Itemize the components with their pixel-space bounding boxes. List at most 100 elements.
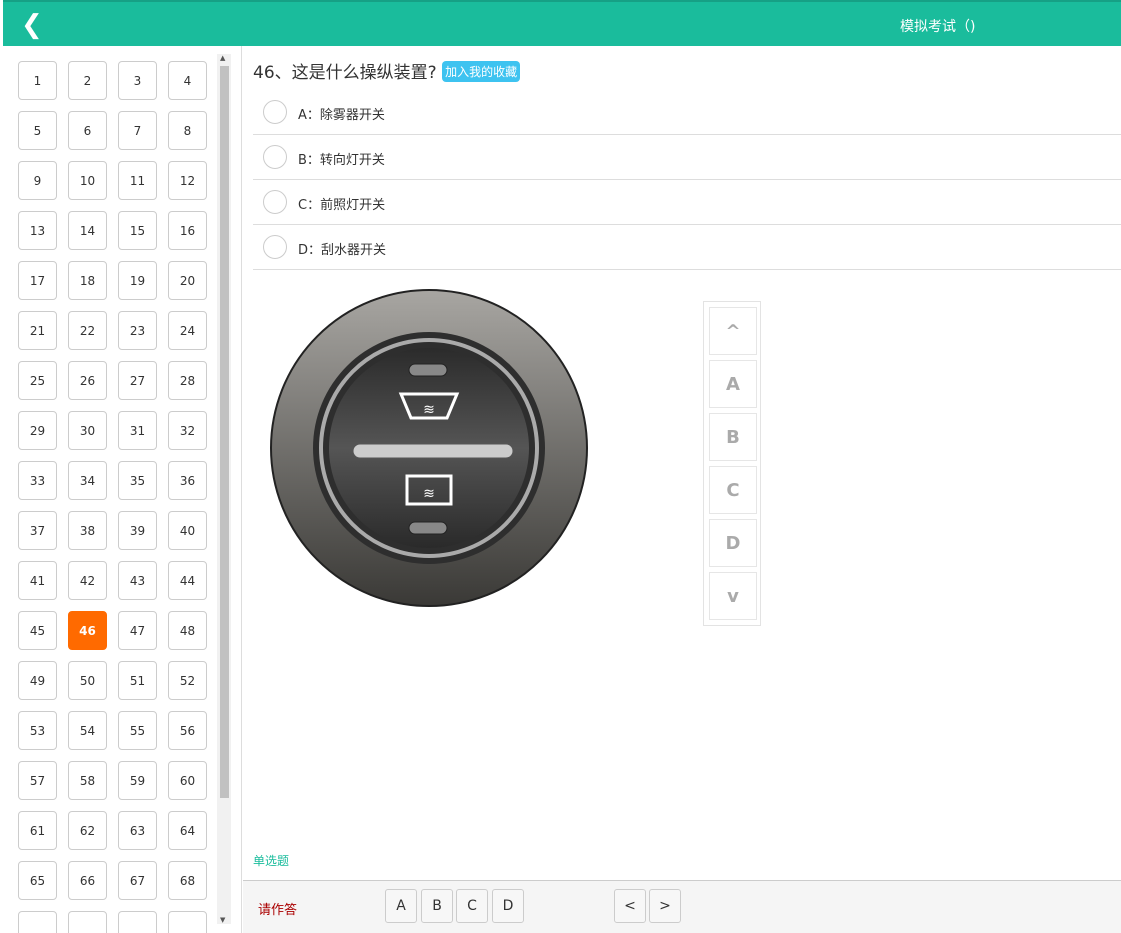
- question-number-53[interactable]: 53: [18, 711, 57, 750]
- question-number-30[interactable]: 30: [68, 411, 107, 450]
- question-number-47[interactable]: 47: [118, 611, 157, 650]
- radio-button[interactable]: [263, 190, 287, 214]
- question-number-51[interactable]: 51: [118, 661, 157, 700]
- side-answer-a[interactable]: A: [709, 360, 757, 408]
- question-number-9[interactable]: 9: [18, 161, 57, 200]
- question-number-6[interactable]: 6: [68, 111, 107, 150]
- question-number-18[interactable]: 18: [68, 261, 107, 300]
- question-number-65[interactable]: 65: [18, 861, 57, 900]
- question-number-57[interactable]: 57: [18, 761, 57, 800]
- question-number-46[interactable]: 46: [68, 611, 107, 650]
- question-number-66[interactable]: 66: [68, 861, 107, 900]
- question-number-40[interactable]: 40: [168, 511, 207, 550]
- answer-c-button[interactable]: C: [456, 889, 488, 923]
- scroll-up-icon[interactable]: ▲: [220, 54, 225, 62]
- next-question-button[interactable]: >: [649, 889, 681, 923]
- answer-d-button[interactable]: D: [492, 889, 524, 923]
- question-number-62[interactable]: 62: [68, 811, 107, 850]
- question-number-19[interactable]: 19: [118, 261, 157, 300]
- question-number-44[interactable]: 44: [168, 561, 207, 600]
- question-text: 46、这是什么操纵装置?: [253, 63, 437, 83]
- add-favorite-button[interactable]: 加入我的收藏: [442, 61, 521, 82]
- question-number-49[interactable]: 49: [18, 661, 57, 700]
- question-number-34[interactable]: 34: [68, 461, 107, 500]
- question-number-63[interactable]: 63: [118, 811, 157, 850]
- question-number-54[interactable]: 54: [68, 711, 107, 750]
- question-number-59[interactable]: 59: [118, 761, 157, 800]
- question-number-27[interactable]: 27: [118, 361, 157, 400]
- question-number-29[interactable]: 29: [18, 411, 57, 450]
- question-number-56[interactable]: 56: [168, 711, 207, 750]
- question-number-68[interactable]: 68: [168, 861, 207, 900]
- question-number-7[interactable]: 7: [118, 111, 157, 150]
- chevron-left-icon[interactable]: ❮: [21, 10, 43, 40]
- question-number-17[interactable]: 17: [18, 261, 57, 300]
- question-number-55[interactable]: 55: [118, 711, 157, 750]
- radio-button[interactable]: [263, 145, 287, 169]
- scrollbar[interactable]: ▲ ▼: [217, 54, 231, 924]
- question-number-22[interactable]: 22: [68, 311, 107, 350]
- question-number-64[interactable]: 64: [168, 811, 207, 850]
- question-number-10[interactable]: 10: [68, 161, 107, 200]
- question-number-38[interactable]: 38: [68, 511, 107, 550]
- question-number-42[interactable]: 42: [68, 561, 107, 600]
- question-number-31[interactable]: 31: [118, 411, 157, 450]
- question-number-35[interactable]: 35: [118, 461, 157, 500]
- question-number-45[interactable]: 45: [18, 611, 57, 650]
- question-number-16[interactable]: 16: [168, 211, 207, 250]
- question-number-48[interactable]: 48: [168, 611, 207, 650]
- question-number-21[interactable]: 21: [18, 311, 57, 350]
- question-number-60[interactable]: 60: [168, 761, 207, 800]
- question-number-4[interactable]: 4: [168, 61, 207, 100]
- question-number-32[interactable]: 32: [168, 411, 207, 450]
- side-answer-c[interactable]: C: [709, 466, 757, 514]
- question-number-43[interactable]: 43: [118, 561, 157, 600]
- question-number-partial[interactable]: [118, 911, 157, 933]
- option-b[interactable]: B：转向灯开关: [253, 135, 1121, 180]
- question-number-13[interactable]: 13: [18, 211, 57, 250]
- scrollbar-thumb[interactable]: [220, 66, 229, 798]
- radio-button[interactable]: [263, 235, 287, 259]
- question-number-5[interactable]: 5: [18, 111, 57, 150]
- question-number-2[interactable]: 2: [68, 61, 107, 100]
- scroll-down-button[interactable]: v: [709, 572, 757, 620]
- question-number-61[interactable]: 61: [18, 811, 57, 850]
- question-number-33[interactable]: 33: [18, 461, 57, 500]
- question-number-11[interactable]: 11: [118, 161, 157, 200]
- question-number-14[interactable]: 14: [68, 211, 107, 250]
- question-number-67[interactable]: 67: [118, 861, 157, 900]
- question-number-1[interactable]: 1: [18, 61, 57, 100]
- question-number-3[interactable]: 3: [118, 61, 157, 100]
- option-a[interactable]: A：除雾器开关: [253, 90, 1121, 135]
- question-number-15[interactable]: 15: [118, 211, 157, 250]
- question-number-37[interactable]: 37: [18, 511, 57, 550]
- scroll-down-icon[interactable]: ▼: [220, 916, 225, 924]
- question-number-28[interactable]: 28: [168, 361, 207, 400]
- option-label: B：转向灯开关: [298, 153, 385, 168]
- prev-question-button[interactable]: <: [614, 889, 646, 923]
- question-number-partial[interactable]: [18, 911, 57, 933]
- question-number-20[interactable]: 20: [168, 261, 207, 300]
- scroll-up-button[interactable]: ^: [709, 307, 757, 355]
- question-number-26[interactable]: 26: [68, 361, 107, 400]
- option-c[interactable]: C：前照灯开关: [253, 180, 1121, 225]
- question-number-36[interactable]: 36: [168, 461, 207, 500]
- answer-a-button[interactable]: A: [385, 889, 417, 923]
- question-number-25[interactable]: 25: [18, 361, 57, 400]
- answer-b-button[interactable]: B: [421, 889, 453, 923]
- side-answer-d[interactable]: D: [709, 519, 757, 567]
- radio-button[interactable]: [263, 100, 287, 124]
- question-number-24[interactable]: 24: [168, 311, 207, 350]
- question-number-58[interactable]: 58: [68, 761, 107, 800]
- question-number-50[interactable]: 50: [68, 661, 107, 700]
- question-number-8[interactable]: 8: [168, 111, 207, 150]
- side-answer-b[interactable]: B: [709, 413, 757, 461]
- question-number-23[interactable]: 23: [118, 311, 157, 350]
- question-number-52[interactable]: 52: [168, 661, 207, 700]
- question-number-12[interactable]: 12: [168, 161, 207, 200]
- question-number-41[interactable]: 41: [18, 561, 57, 600]
- question-number-39[interactable]: 39: [118, 511, 157, 550]
- question-number-partial[interactable]: [168, 911, 207, 933]
- question-number-partial[interactable]: [68, 911, 107, 933]
- option-d[interactable]: D：刮水器开关: [253, 225, 1121, 270]
